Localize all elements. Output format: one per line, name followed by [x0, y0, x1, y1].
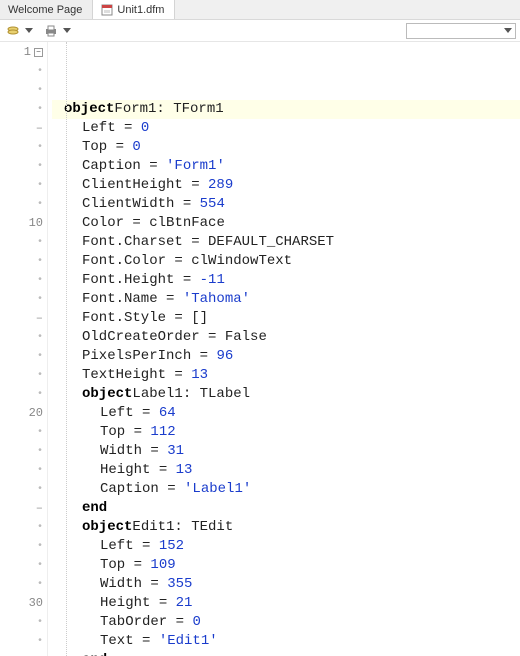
gutter-row: •: [0, 233, 47, 252]
code-line[interactable]: TabOrder = 0: [52, 613, 520, 632]
code-line[interactable]: Top = 112: [52, 423, 520, 442]
editor-toolbar: [0, 20, 520, 42]
gutter-row: 30: [0, 594, 47, 613]
gutter-row: •: [0, 442, 47, 461]
gutter-row: •: [0, 290, 47, 309]
gutter-row: •: [0, 518, 47, 537]
gutter-row: •: [0, 328, 47, 347]
code-line[interactable]: Left = 0: [52, 119, 520, 138]
code-line[interactable]: Caption = 'Form1': [52, 157, 520, 176]
gutter-row: •: [0, 632, 47, 651]
stack-icon[interactable]: [4, 22, 22, 40]
code-line[interactable]: Width = 355: [52, 575, 520, 594]
code-line[interactable]: Left = 64: [52, 404, 520, 423]
gutter-row: –: [0, 119, 47, 138]
gutter-row: •: [0, 385, 47, 404]
gutter-row: •: [0, 347, 47, 366]
code-line[interactable]: Font.Color = clWindowText: [52, 252, 520, 271]
tab-welcome[interactable]: Welcome Page: [0, 0, 93, 19]
code-line[interactable]: Left = 152: [52, 537, 520, 556]
code-line[interactable]: Color = clBtnFace: [52, 214, 520, 233]
print-icon[interactable]: [42, 22, 60, 40]
stack-dropdown-icon[interactable]: [24, 22, 34, 40]
gutter-row: –: [0, 309, 47, 328]
gutter-row: –: [0, 499, 47, 518]
code-line[interactable]: OldCreateOrder = False: [52, 328, 520, 347]
code-line[interactable]: Font.Charset = DEFAULT_CHARSET: [52, 233, 520, 252]
gutter-row: 10: [0, 214, 47, 233]
gutter-row: •: [0, 81, 47, 100]
fold-toggle-icon[interactable]: −: [34, 48, 43, 57]
code-line[interactable]: Font.Height = -11: [52, 271, 520, 290]
code-line[interactable]: TextHeight = 13: [52, 366, 520, 385]
code-line[interactable]: Font.Style = []: [52, 309, 520, 328]
code-line[interactable]: object Label1: TLabel: [52, 385, 520, 404]
code-line[interactable]: PixelsPerInch = 96: [52, 347, 520, 366]
gutter-row: •: [0, 613, 47, 632]
gutter-row: •: [0, 537, 47, 556]
tab-file[interactable]: Unit1.dfm: [93, 0, 175, 19]
gutter-row: 1−: [0, 43, 47, 62]
code-line[interactable]: Height = 21: [52, 594, 520, 613]
gutter-row: •: [0, 62, 47, 81]
tab-file-label: Unit1.dfm: [117, 4, 164, 16]
gutter-row: •: [0, 480, 47, 499]
gutter-row: •: [0, 366, 47, 385]
code-line[interactable]: ClientHeight = 289: [52, 176, 520, 195]
navigation-combo[interactable]: [406, 23, 516, 39]
line-gutter: 1−•••–••••10••••–••••20••••–••••30••: [0, 42, 48, 656]
code-line[interactable]: Text = 'Edit1': [52, 632, 520, 651]
code-line[interactable]: Top = 109: [52, 556, 520, 575]
gutter-row: •: [0, 157, 47, 176]
form-file-icon: [101, 4, 113, 16]
code-line[interactable]: end: [52, 651, 520, 656]
gutter-row: •: [0, 195, 47, 214]
gutter-row: •: [0, 556, 47, 575]
code-line[interactable]: object Form1: TForm1: [52, 100, 520, 119]
gutter-row: 20: [0, 404, 47, 423]
gutter-row: •: [0, 252, 47, 271]
code-line[interactable]: Width = 31: [52, 442, 520, 461]
gutter-row: •: [0, 575, 47, 594]
gutter-row: •: [0, 423, 47, 442]
code-line[interactable]: object Edit1: TEdit: [52, 518, 520, 537]
print-dropdown-icon[interactable]: [62, 22, 72, 40]
code-line[interactable]: Caption = 'Label1': [52, 480, 520, 499]
gutter-row: •: [0, 138, 47, 157]
code-area[interactable]: object Form1: TForm1Left = 0Top = 0Capti…: [48, 42, 520, 656]
code-line[interactable]: Height = 13: [52, 461, 520, 480]
code-line[interactable]: ClientWidth = 554: [52, 195, 520, 214]
gutter-row: •: [0, 461, 47, 480]
gutter-row: •: [0, 176, 47, 195]
editor-tabs: Welcome Page Unit1.dfm: [0, 0, 520, 20]
code-line[interactable]: Font.Name = 'Tahoma': [52, 290, 520, 309]
chevron-down-icon: [502, 22, 514, 40]
code-editor[interactable]: 1−•••–••••10••••–••••20••••–••••30•• obj…: [0, 42, 520, 656]
tab-welcome-label: Welcome Page: [8, 4, 82, 16]
gutter-row: •: [0, 271, 47, 290]
code-line[interactable]: end: [52, 499, 520, 518]
gutter-row: •: [0, 100, 47, 119]
code-line[interactable]: Top = 0: [52, 138, 520, 157]
